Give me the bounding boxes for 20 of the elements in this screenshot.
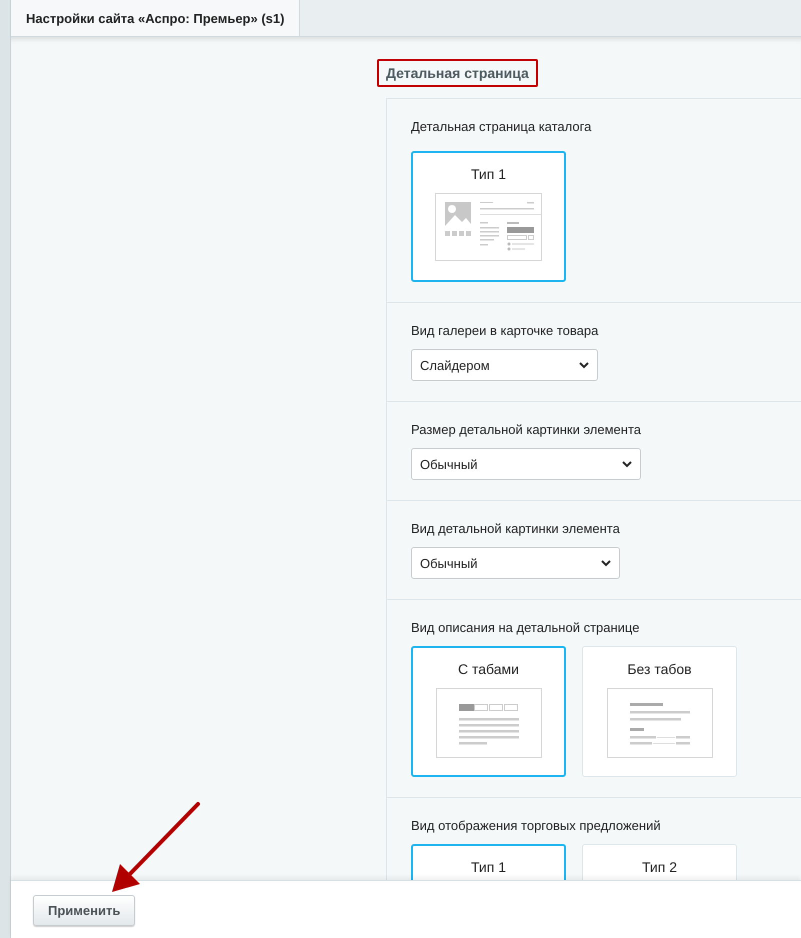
- option-card[interactable]: Тип 2: [582, 844, 737, 880]
- dropdown[interactable]: Обычный: [411, 547, 620, 579]
- option-card[interactable]: С табами: [411, 646, 566, 777]
- apply-button[interactable]: Применить: [33, 895, 136, 926]
- option-card[interactable]: Тип 1: [411, 844, 566, 880]
- option-card[interactable]: Тип 1: [411, 151, 566, 282]
- settings-tab[interactable]: Настройки сайта «Аспро: Премьер» (s1): [11, 0, 300, 36]
- setting-label: Вид галереи в карточке товара: [411, 323, 600, 338]
- chevron-down-icon: [579, 362, 589, 368]
- section-title: Детальная страница: [377, 59, 538, 87]
- setting-label: Вид детальной картинки элемента: [411, 521, 621, 536]
- dropdown[interactable]: Обычный: [411, 448, 641, 480]
- option-card[interactable]: Без табов: [582, 646, 737, 777]
- setting-label: Вид отображения торговых предложений: [411, 818, 662, 833]
- dropdown[interactable]: Слайдером: [411, 349, 598, 381]
- chevron-down-icon: [601, 560, 611, 566]
- chevron-down-icon: [622, 460, 632, 468]
- setting-label: Размер детальной картинки элемента: [411, 422, 642, 437]
- setting-label: Детальная страница каталога: [411, 119, 592, 134]
- setting-label: Вид описания на детальной странице: [411, 620, 640, 635]
